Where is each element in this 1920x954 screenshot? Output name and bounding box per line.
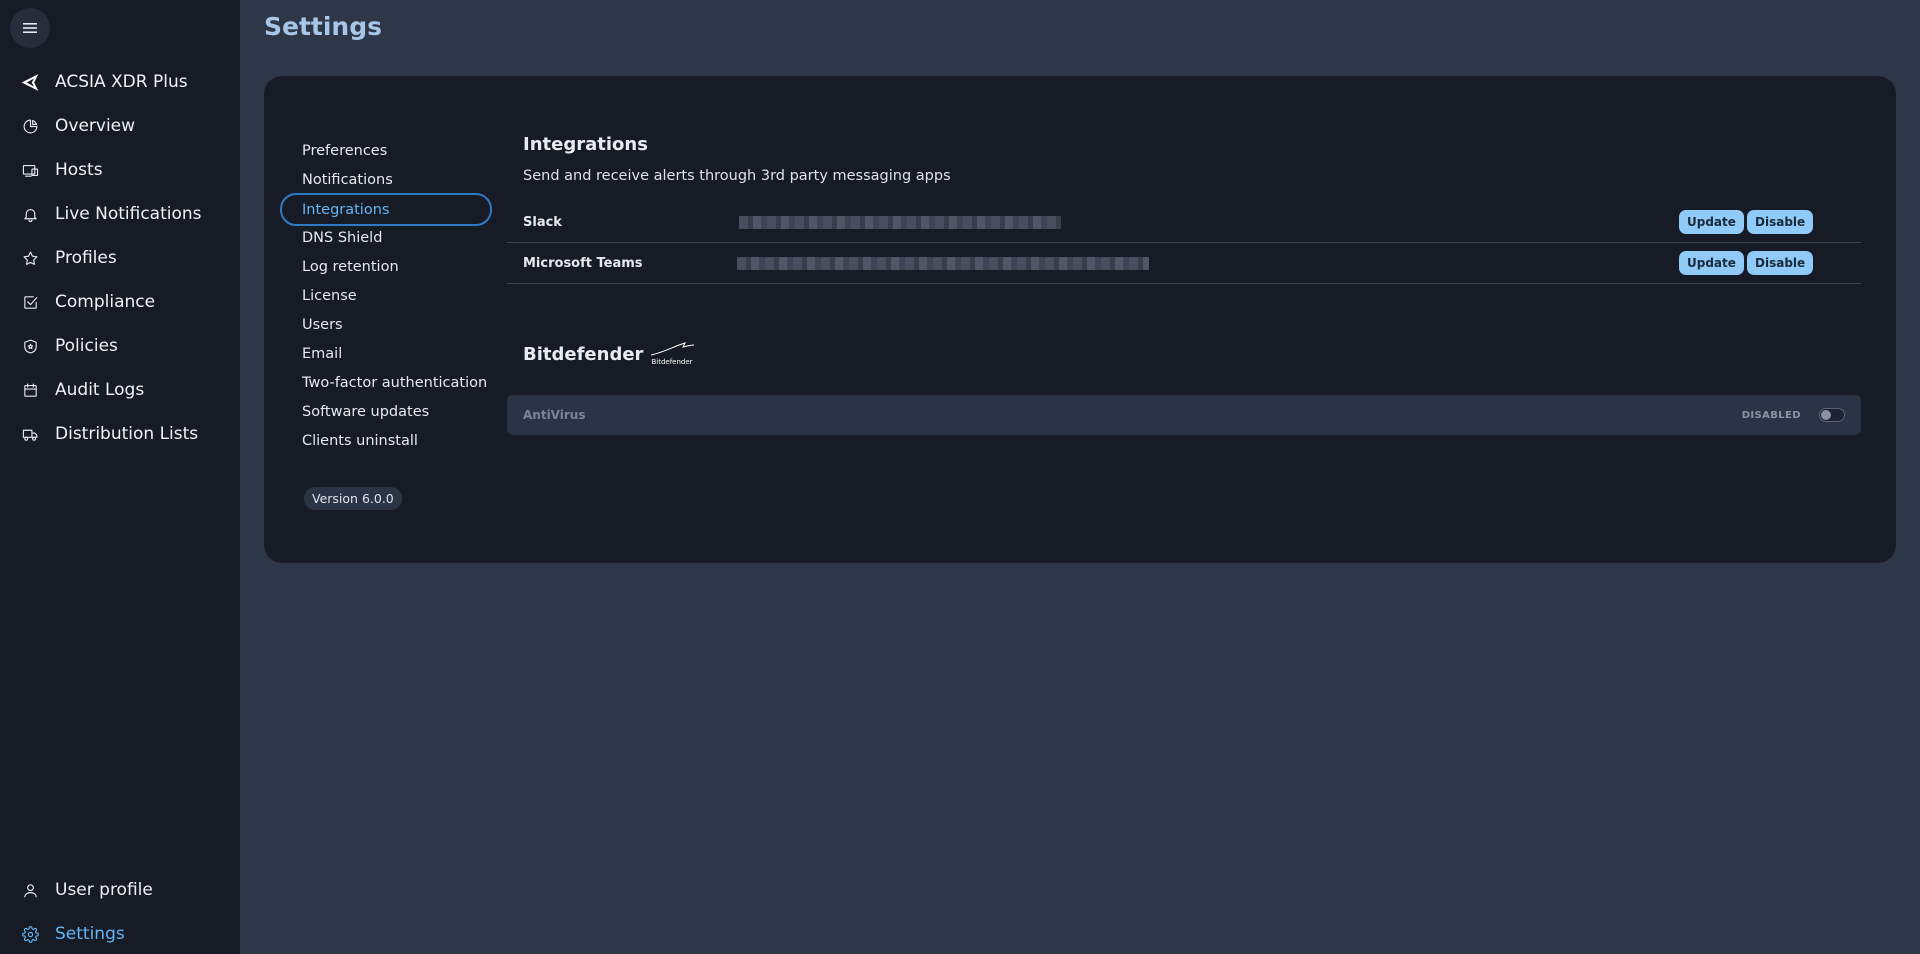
slack-update-button[interactable]: Update — [1679, 210, 1744, 234]
user-icon — [20, 880, 40, 900]
redacted-webhook — [739, 216, 1061, 229]
sidebar-item-brand[interactable]: ACSIA XDR Plus — [0, 64, 240, 100]
sidebar-item-distribution-lists[interactable]: Distribution Lists — [0, 416, 240, 452]
teams-update-button[interactable]: Update — [1679, 251, 1744, 275]
sidebar-item-label: Overview — [55, 116, 136, 136]
sidebar-item-label: Hosts — [55, 160, 103, 180]
toggle-knob — [1821, 410, 1831, 420]
sidebar-item-profiles[interactable]: Profiles — [0, 240, 240, 276]
sidebar-item-label: Distribution Lists — [55, 424, 199, 444]
sidebar-item-policies[interactable]: Policies — [0, 328, 240, 364]
sidebar-item-label: Audit Logs — [55, 380, 145, 400]
sidebar-item-user-profile[interactable]: User profile — [0, 872, 240, 908]
submenu-dns-shield[interactable]: DNS Shield — [284, 223, 494, 252]
sidebar-item-label: Policies — [55, 336, 118, 356]
hamburger-icon — [23, 23, 37, 33]
submenu-two-factor-authentication[interactable]: Two-factor authentication — [284, 368, 494, 397]
star-icon — [20, 248, 40, 268]
submenu-clients-uninstall[interactable]: Clients uninstall — [284, 426, 494, 455]
calendar-icon — [20, 380, 40, 400]
redacted-webhook — [737, 257, 1149, 270]
submenu-notifications[interactable]: Notifications — [284, 165, 494, 194]
sidebar: ACSIA XDR Plus Overview Hosts Live Notif… — [0, 0, 240, 954]
integration-row-microsoft-teams: Microsoft Teams Update Disable — [507, 243, 1861, 284]
submenu-preferences[interactable]: Preferences — [284, 136, 494, 165]
integration-row-slack: Slack Update Disable — [507, 202, 1861, 243]
gear-icon — [20, 924, 40, 944]
sidebar-item-label: Live Notifications — [55, 204, 202, 224]
sidebar-item-settings[interactable]: Settings — [0, 916, 240, 952]
antivirus-row: AntiVirus DISABLED — [507, 395, 1861, 435]
sidebar-item-label: Profiles — [55, 248, 117, 268]
bitdefender-swoosh-icon — [650, 342, 695, 356]
checkbox-icon — [20, 292, 40, 312]
antivirus-toggle[interactable] — [1819, 408, 1845, 422]
integrations-title: Integrations — [523, 134, 648, 155]
bitdefender-title: Bitdefender — [523, 344, 644, 365]
submenu-users[interactable]: Users — [284, 310, 494, 339]
acsia-logo-icon — [20, 72, 40, 92]
sidebar-item-label: User profile — [55, 880, 153, 900]
submenu-log-retention[interactable]: Log retention — [284, 252, 494, 281]
settings-card: Preferences Notifications Integrations D… — [264, 76, 1896, 563]
integration-name: Microsoft Teams — [523, 256, 643, 271]
pie-chart-icon — [20, 116, 40, 136]
page-title: Settings — [264, 12, 383, 41]
bell-icon — [20, 204, 40, 224]
antivirus-label: AntiVirus — [523, 408, 586, 422]
sidebar-item-label: Compliance — [55, 292, 156, 312]
sidebar-item-audit-logs[interactable]: Audit Logs — [0, 372, 240, 408]
antivirus-status: DISABLED — [1741, 409, 1801, 421]
submenu-license[interactable]: License — [284, 281, 494, 310]
sidebar-item-label: Settings — [55, 924, 125, 944]
sidebar-item-hosts[interactable]: Hosts — [0, 152, 240, 188]
submenu-email[interactable]: Email — [284, 339, 494, 368]
version-badge: Version 6.0.0 — [304, 487, 402, 510]
devices-icon — [20, 160, 40, 180]
integrations-description: Send and receive alerts through 3rd part… — [523, 168, 951, 184]
teams-disable-button[interactable]: Disable — [1747, 251, 1814, 275]
menu-toggle-button[interactable] — [10, 8, 50, 48]
sidebar-item-overview[interactable]: Overview — [0, 108, 240, 144]
sidebar-item-label: ACSIA XDR Plus — [55, 72, 188, 92]
submenu-integrations[interactable]: Integrations — [280, 193, 492, 226]
truck-icon — [20, 424, 40, 444]
sidebar-item-compliance[interactable]: Compliance — [0, 284, 240, 320]
slack-disable-button[interactable]: Disable — [1747, 210, 1814, 234]
sidebar-item-live-notifications[interactable]: Live Notifications — [0, 196, 240, 232]
bitdefender-logo: Bitdefender — [649, 341, 695, 369]
submenu-software-updates[interactable]: Software updates — [284, 397, 494, 426]
shield-icon — [20, 336, 40, 356]
integration-name: Slack — [523, 215, 562, 230]
